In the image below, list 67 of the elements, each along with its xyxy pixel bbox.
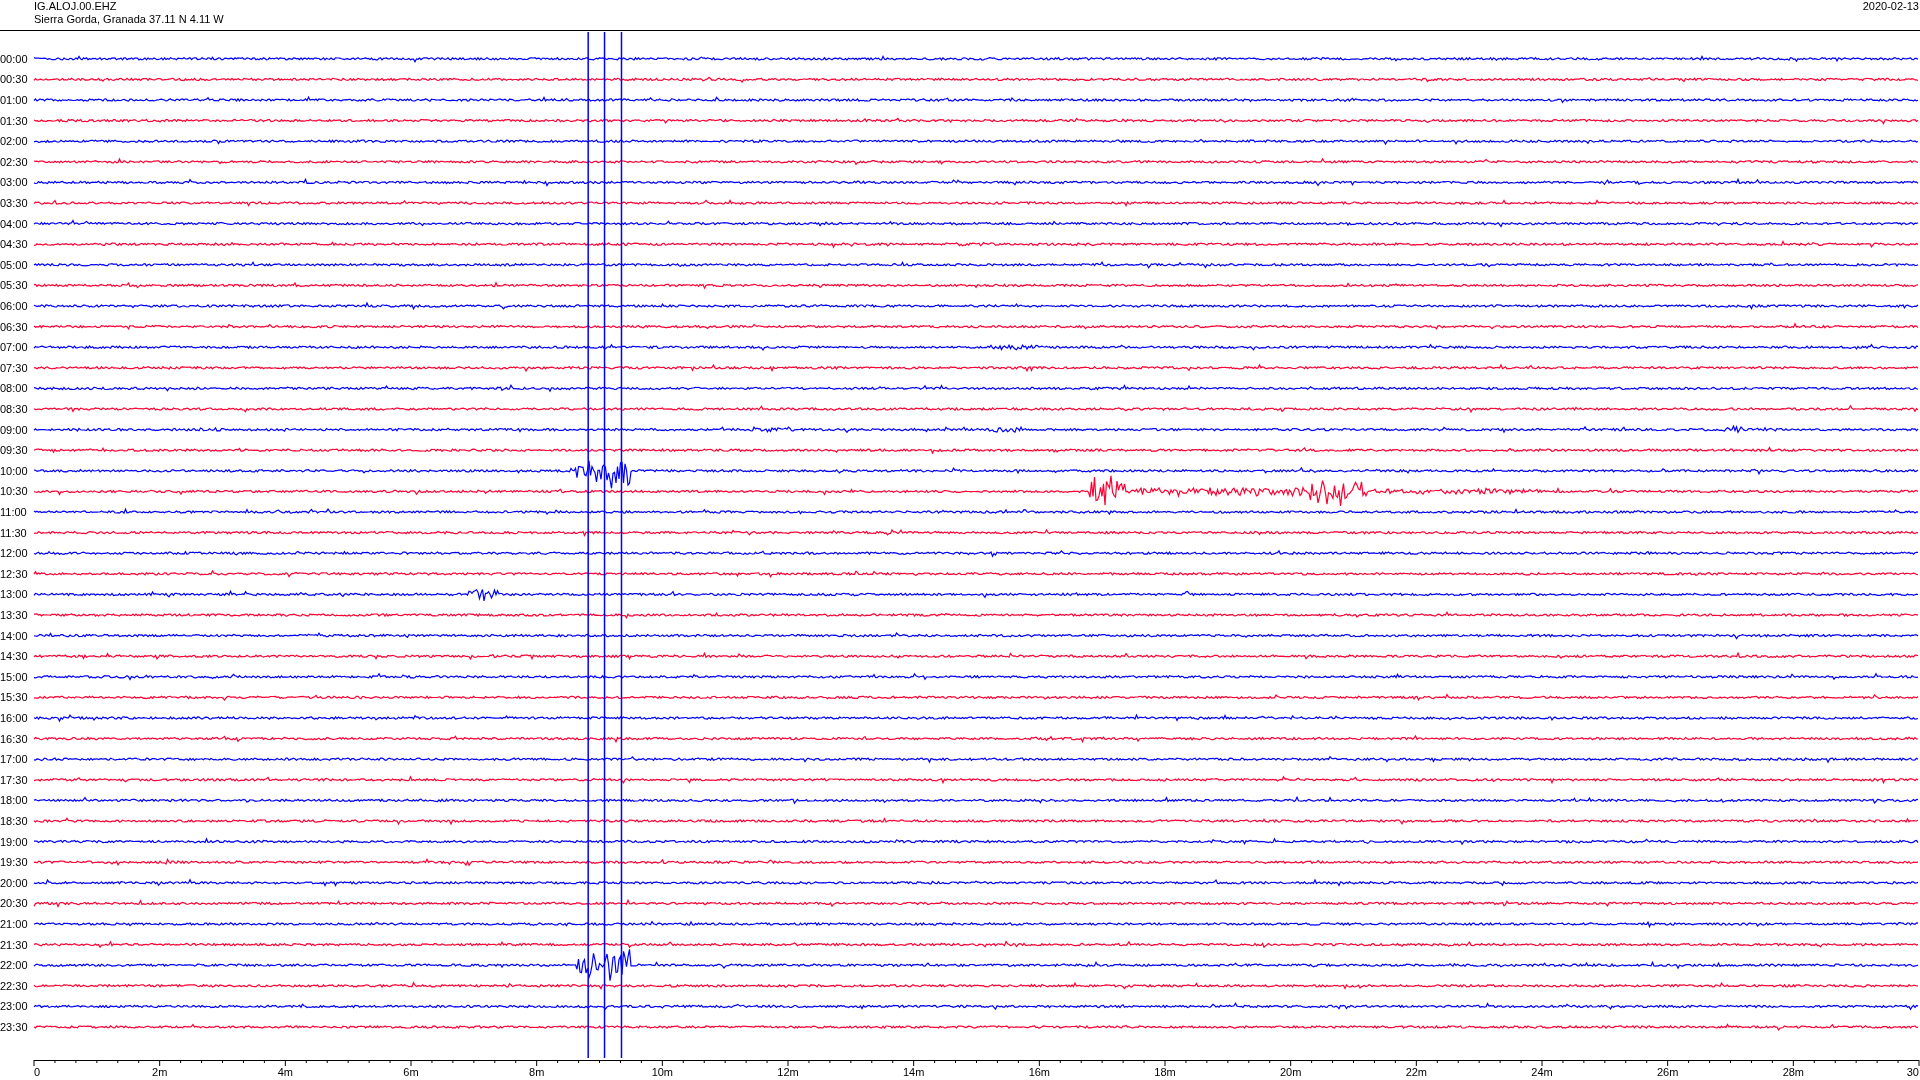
time-label: 16:00 xyxy=(0,712,28,724)
time-label: 23:00 xyxy=(0,1000,28,1013)
tick-label: 28m xyxy=(1782,1066,1805,1078)
time-label: 11:00 xyxy=(0,506,27,518)
time-label: 03:00 xyxy=(0,176,28,189)
time-label: 02:30 xyxy=(0,155,28,168)
time-label: 09:00 xyxy=(0,423,28,436)
time-label: 10:00 xyxy=(0,464,28,477)
tick-label: 16m xyxy=(1028,1066,1051,1078)
time-label: 21:30 xyxy=(0,938,28,951)
tick-label: 26m xyxy=(1656,1066,1679,1078)
time-label: 00:00 xyxy=(0,52,28,65)
time-label: 01:00 xyxy=(0,94,28,106)
time-label: 03:30 xyxy=(0,197,28,209)
time-label: 06:00 xyxy=(0,300,28,312)
tick-label: 12m xyxy=(777,1066,799,1078)
time-label: 08:00 xyxy=(0,382,28,395)
time-label: 19:00 xyxy=(0,835,28,848)
time-label: 20:30 xyxy=(0,897,28,910)
time-label: 05:30 xyxy=(0,279,28,292)
time-label: 22:30 xyxy=(0,979,28,992)
time-label: 22:00 xyxy=(0,959,28,972)
time-label: 15:30 xyxy=(0,691,28,704)
time-label: 08:30 xyxy=(0,403,28,415)
time-label: 21:00 xyxy=(0,918,28,930)
time-label: 23:30 xyxy=(0,1021,28,1033)
time-label: 17:30 xyxy=(0,773,28,786)
time-label: 13:30 xyxy=(0,609,28,621)
time-label: 04:00 xyxy=(0,217,28,230)
time-label: 18:00 xyxy=(0,794,28,807)
tick-label: 18m xyxy=(1154,1066,1176,1078)
time-label: 07:00 xyxy=(0,341,28,354)
time-label: 14:30 xyxy=(0,650,28,663)
time-label: 12:30 xyxy=(0,567,28,580)
station-location: Sierra Gorda, Granada 37.11 N 4.11 W xyxy=(34,13,224,25)
tick-label: 2m xyxy=(152,1066,168,1078)
station-code: IG.ALOJ.00.EHZ xyxy=(34,0,117,12)
tick-label: 20m xyxy=(1279,1066,1302,1078)
time-label: 16:30 xyxy=(0,732,28,745)
time-label: 10:30 xyxy=(0,485,28,498)
time-label: 07:30 xyxy=(0,361,28,374)
time-label: 11:30 xyxy=(0,526,27,539)
time-label: 17:00 xyxy=(0,753,28,766)
tick-label: 10m xyxy=(651,1066,674,1078)
time-label: 12:00 xyxy=(0,547,28,560)
time-label: 02:00 xyxy=(0,135,28,148)
time-label: 09:30 xyxy=(0,444,28,457)
tick-label: 6m xyxy=(403,1066,419,1078)
tick-label: 0 xyxy=(34,1066,41,1078)
time-label: 13:00 xyxy=(0,588,28,601)
time-label: 14:00 xyxy=(0,629,28,642)
tick-label: 30 xyxy=(1906,1066,1919,1078)
time-label: 00:30 xyxy=(0,73,28,86)
time-label: 04:30 xyxy=(0,238,28,251)
time-label: 18:30 xyxy=(0,815,28,827)
time-label: 20:00 xyxy=(0,876,28,889)
time-label: 06:30 xyxy=(0,320,28,333)
time-label: 05:00 xyxy=(0,258,28,271)
time-label: 15:00 xyxy=(0,670,28,683)
tick-label: 14m xyxy=(902,1066,925,1078)
tick-label: 4m xyxy=(277,1066,293,1078)
date-label: 2020-02-13 xyxy=(1862,0,1919,12)
tick-label: 8m xyxy=(529,1066,545,1078)
tick-label: 22m xyxy=(1405,1066,1428,1078)
time-label: 01:30 xyxy=(0,114,28,127)
time-label: 19:30 xyxy=(0,856,28,869)
tick-label: 24m xyxy=(1531,1066,1553,1078)
